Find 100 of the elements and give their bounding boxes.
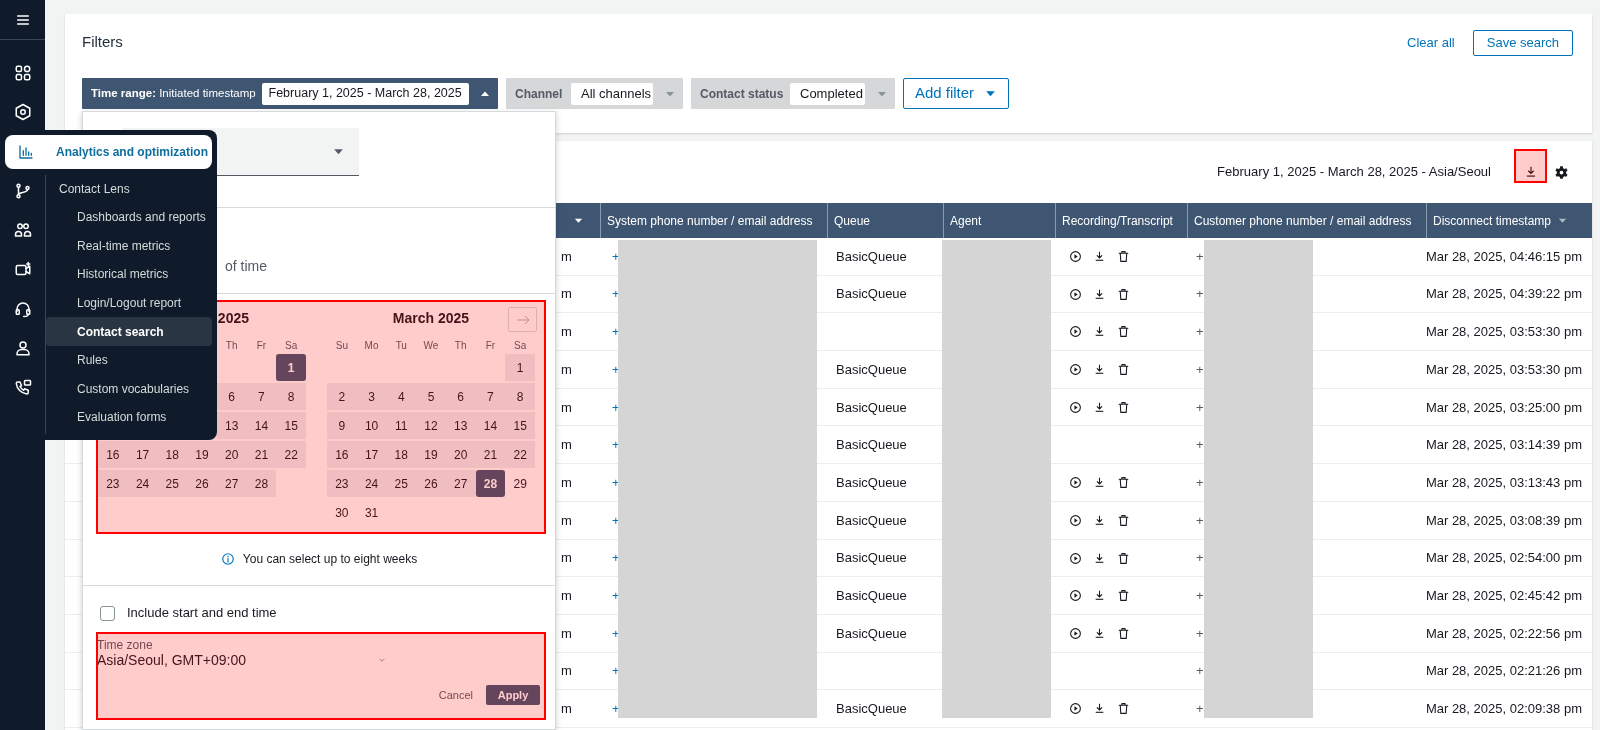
trash-icon[interactable] <box>1117 363 1130 377</box>
play-icon[interactable] <box>1069 363 1082 377</box>
calendar-day[interactable]: 8 <box>276 383 306 410</box>
calendar-day[interactable]: 28 <box>475 470 506 497</box>
download-icon[interactable] <box>1093 287 1106 301</box>
add-filter-button[interactable]: Add filter <box>903 78 1009 109</box>
play-icon[interactable] <box>1069 513 1082 527</box>
trash-icon[interactable] <box>1117 287 1130 301</box>
calendar-day[interactable]: 30 <box>327 499 357 526</box>
calendar-day[interactable]: 14 <box>475 412 506 439</box>
filter-value-field[interactable]: All channels <box>571 82 653 105</box>
calendar-day[interactable]: 25 <box>386 470 417 497</box>
calendar-day[interactable]: 29 <box>505 470 535 497</box>
person-icon[interactable] <box>13 339 32 358</box>
calendar-day[interactable]: 23 <box>98 470 128 497</box>
calendar-day[interactable]: 7 <box>475 383 506 410</box>
calendar-day[interactable]: 5 <box>416 383 446 410</box>
calendar-day[interactable]: 12 <box>416 412 446 439</box>
calendar-day[interactable]: 21 <box>475 441 506 468</box>
calendar-day[interactable]: 27 <box>216 470 247 497</box>
calendar-day[interactable]: 13 <box>216 412 247 439</box>
column-header[interactable]: Disconnect timestamp <box>1426 203 1592 238</box>
calendar-day[interactable]: 13 <box>445 412 476 439</box>
calendar-day[interactable]: 22 <box>276 441 306 468</box>
dashboard-icon[interactable] <box>13 63 32 82</box>
play-icon[interactable] <box>1069 626 1082 640</box>
calendar-day[interactable]: 16 <box>327 441 357 468</box>
download-icon[interactable] <box>1093 702 1106 716</box>
calendar-day[interactable]: 23 <box>327 470 357 497</box>
calendar-day[interactable]: 26 <box>416 470 446 497</box>
nav-item[interactable]: Historical metrics <box>46 260 212 289</box>
filter-chip[interactable]: Contact status Completed <box>691 78 895 109</box>
phone-icon[interactable] <box>13 378 32 397</box>
calendar-day[interactable]: 15 <box>276 412 306 439</box>
calendar-day[interactable]: 16 <box>98 441 128 468</box>
trash-icon[interactable] <box>1117 325 1130 339</box>
trash-icon[interactable] <box>1117 702 1130 716</box>
filter-value-field[interactable]: Completed <box>790 82 865 105</box>
trash-icon[interactable] <box>1117 400 1130 414</box>
calendar-day[interactable]: 19 <box>187 441 217 468</box>
nav-item[interactable]: Contact search <box>46 317 212 346</box>
calendar-day[interactable]: 10 <box>356 412 387 439</box>
calendar-day[interactable]: 22 <box>505 441 535 468</box>
filter-chip[interactable]: Time range: Initiated timestamp February 1, 2025 - March 28, 2025 <box>82 78 498 109</box>
play-icon[interactable] <box>1069 287 1082 301</box>
calendar-day[interactable]: 14 <box>246 412 277 439</box>
settings-icon[interactable] <box>1553 164 1569 180</box>
download-icon[interactable] <box>1093 325 1106 339</box>
filter-chip[interactable]: Channel All channels <box>506 78 683 109</box>
branch-icon[interactable] <box>13 181 32 200</box>
headset-icon[interactable] <box>13 300 32 319</box>
calendar-day[interactable]: 28 <box>246 470 277 497</box>
calendar-day[interactable]: 17 <box>127 441 158 468</box>
nav-item[interactable]: Login/Logout report <box>46 288 212 318</box>
calendar-day[interactable]: 24 <box>127 470 158 497</box>
nav-item[interactable]: Real-time metrics <box>46 231 212 261</box>
save-search-button[interactable]: Save search <box>1472 29 1573 56</box>
time-zone-field[interactable]: Time zone Asia/Seoul, GMT+09:00 <box>97 636 387 669</box>
calendar-day[interactable]: 20 <box>216 441 247 468</box>
play-icon[interactable] <box>1069 250 1082 263</box>
trash-icon[interactable] <box>1117 476 1130 490</box>
trash-icon[interactable] <box>1117 626 1130 640</box>
download-icon[interactable] <box>1093 626 1106 640</box>
filter-value-field[interactable]: February 1, 2025 - March 28, 2025 <box>261 82 469 105</box>
calendar-day[interactable]: 31 <box>356 499 387 526</box>
calendar-day[interactable]: 24 <box>356 470 387 497</box>
people-icon[interactable] <box>13 221 32 240</box>
trash-icon[interactable] <box>1117 589 1130 603</box>
play-icon[interactable] <box>1069 702 1082 716</box>
calendar-day[interactable]: 21 <box>246 441 277 468</box>
play-icon[interactable] <box>1069 551 1082 565</box>
calendar-day[interactable]: 11 <box>386 412 417 439</box>
calendar-day[interactable]: 2 <box>327 383 357 410</box>
column-header[interactable]: System phone number / email address <box>600 203 827 238</box>
clear-all-link[interactable]: Clear all <box>1407 32 1455 53</box>
calendar-day[interactable]: 6 <box>216 383 247 410</box>
trash-icon[interactable] <box>1117 551 1130 565</box>
download-icon[interactable] <box>1093 551 1106 565</box>
calendar-day[interactable]: 1 <box>505 354 535 381</box>
column-header[interactable]: Recording/Transcript <box>1055 203 1187 238</box>
play-icon[interactable] <box>1069 589 1082 603</box>
calendar-day[interactable]: 18 <box>386 441 417 468</box>
calendar-day[interactable]: 7 <box>246 383 277 410</box>
calendar-day[interactable]: 6 <box>445 383 476 410</box>
calendar-day[interactable]: 15 <box>505 412 535 439</box>
download-icon[interactable] <box>1093 250 1106 263</box>
play-icon[interactable] <box>1069 476 1082 490</box>
calendar-day[interactable]: 3 <box>356 383 387 410</box>
play-icon[interactable] <box>1069 400 1082 414</box>
calendar-day[interactable]: 9 <box>327 412 357 439</box>
calendar-day[interactable]: 25 <box>157 470 188 497</box>
calendar-day[interactable]: 1 <box>276 354 306 381</box>
calendar-day[interactable]: 26 <box>187 470 217 497</box>
cancel-button[interactable]: Cancel <box>438 686 473 704</box>
download-icon[interactable] <box>1093 513 1106 527</box>
calendar-day[interactable]: 4 <box>386 383 417 410</box>
checkbox[interactable] <box>100 605 115 621</box>
download-icon[interactable] <box>1093 400 1106 414</box>
nav-item[interactable]: Dashboards and reports <box>46 203 212 232</box>
play-icon[interactable] <box>1069 325 1082 339</box>
